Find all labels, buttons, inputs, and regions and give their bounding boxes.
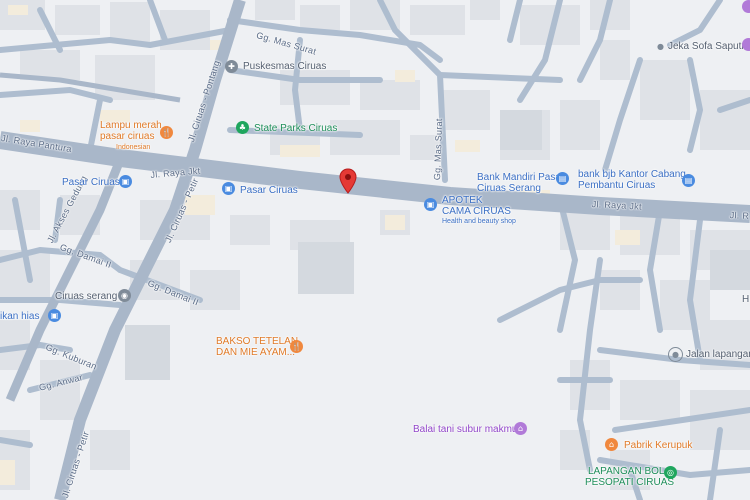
poi-apotek-cama-ciruas[interactable]: APOTEK CAMA CIRUAS — [442, 195, 511, 217]
street-label-gg-mas-surat-vert: Gg. Mas Surat — [432, 118, 445, 181]
poi-jeka-sofa-saputra[interactable]: Jeka Sofa Saputra — [668, 41, 750, 52]
building-icon[interactable]: ⌂ — [514, 422, 527, 435]
poi-balai-tani-subur-makmur[interactable]: Balai tani subur makmur — [413, 424, 521, 435]
poi-apotek-category: Health and beauty shop — [442, 218, 516, 225]
street-label-raya-jkt-edge: Jl. R — [729, 210, 750, 222]
poi-lapangan-bola[interactable]: LAPANGAN BOLA PESOPATI CIRUAS — [585, 466, 674, 488]
pharmacy-icon[interactable]: ▣ — [424, 198, 437, 211]
poi-bank-mandiri[interactable]: Bank Mandiri Pasar Ciruas Serang — [477, 172, 564, 194]
poi-ciruas-serang[interactable]: Ciruas serang — [55, 291, 117, 302]
shopping-bag-icon[interactable]: ▣ — [48, 309, 61, 322]
factory-icon[interactable]: ⌂ — [605, 438, 618, 451]
place-icon[interactable]: ● — [654, 40, 667, 53]
poi-bank-bjb[interactable]: bank bjb Kantor Cabang Pembantu Ciruas — [578, 169, 686, 191]
poi-jalan-lapangan[interactable]: Jalan lapangan — [686, 349, 750, 360]
map-base-layer — [0, 0, 750, 500]
restaurant-icon[interactable]: 🍴 — [160, 126, 173, 139]
stadium-icon[interactable]: ◎ — [664, 466, 677, 479]
shopping-bag-icon[interactable]: ▣ — [119, 175, 132, 188]
bank-icon[interactable]: ▤ — [682, 174, 695, 187]
park-icon[interactable]: ♣ — [236, 121, 249, 134]
map-canvas[interactable]: Jl. Raya Pantura Jl. Raya Jkt Jl. Raya J… — [0, 0, 750, 500]
place-icon[interactable] — [742, 0, 750, 13]
location-pin-icon[interactable] — [339, 168, 357, 194]
poi-h-label: H — [742, 294, 750, 305]
shopping-bag-icon[interactable]: ▣ — [222, 182, 235, 195]
landmark-icon[interactable]: ◉ — [118, 289, 131, 302]
poi-puskesmas-ciruas[interactable]: Puskesmas Ciruas — [243, 61, 326, 72]
place-icon[interactable]: ● — [668, 347, 683, 362]
clinic-icon[interactable]: ✚ — [225, 60, 238, 73]
bank-icon[interactable]: ▤ — [556, 172, 569, 185]
poi-lampu-merah-pasar-ciruas[interactable]: Lampu merah pasar ciruas — [100, 120, 162, 142]
poi-ikan-hias[interactable]: ikan hias — [0, 311, 39, 322]
poi-pabrik-kerupuk[interactable]: Pabrik Kerupuk — [624, 440, 692, 451]
poi-lampu-merah-category: Indonesian — [116, 144, 151, 151]
poi-state-parks-ciruas[interactable]: State Parks Ciruas — [254, 123, 337, 134]
poi-pasar-ciruas-left[interactable]: Pasar Ciruas — [62, 177, 120, 188]
poi-pasar-ciruas-center[interactable]: Pasar Ciruas — [240, 185, 298, 196]
poi-bakso-tetelan[interactable]: BAKSO TETELAN DAN MIE AYAM... — [216, 336, 298, 358]
place-icon[interactable] — [742, 38, 750, 51]
restaurant-icon[interactable]: 🍴 — [290, 340, 303, 353]
